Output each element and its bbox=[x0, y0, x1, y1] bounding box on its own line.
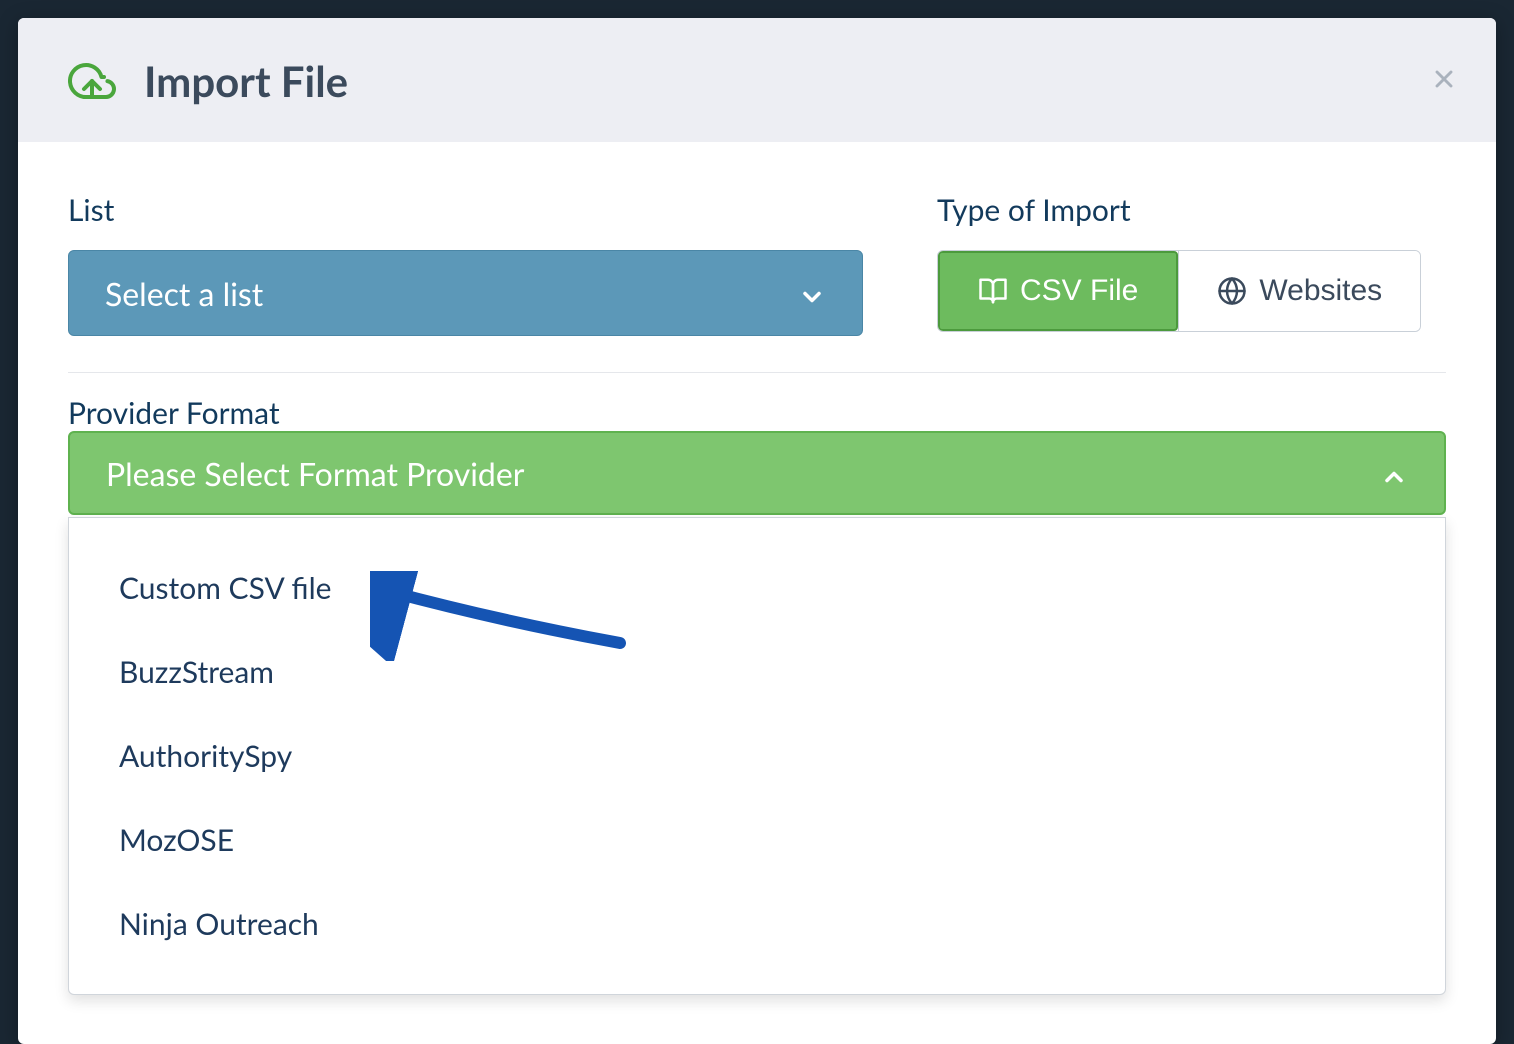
provider-option-custom-csv[interactable]: Custom CSV file bbox=[69, 546, 1445, 630]
provider-dropdown-menu: Custom CSV file BuzzStream AuthoritySpy … bbox=[68, 517, 1446, 995]
close-button[interactable] bbox=[1430, 60, 1458, 100]
type-of-import-label: Type of Import bbox=[937, 192, 1421, 228]
type-of-import-group: Type of Import CSV File bbox=[937, 192, 1421, 336]
provider-option-buzzstream[interactable]: BuzzStream bbox=[69, 630, 1445, 714]
provider-select-placeholder: Please Select Format Provider bbox=[106, 454, 524, 493]
provider-option-mozose[interactable]: MozOSE bbox=[69, 798, 1445, 882]
provider-format-select[interactable]: Please Select Format Provider bbox=[68, 431, 1446, 515]
book-icon bbox=[978, 276, 1008, 306]
import-file-modal: Import File List Select a list bbox=[18, 18, 1496, 1044]
csv-file-toggle[interactable]: CSV File bbox=[938, 251, 1178, 331]
chevron-down-icon bbox=[798, 279, 826, 307]
csv-file-label: CSV File bbox=[1020, 274, 1138, 308]
provider-option-ninja-outreach[interactable]: Ninja Outreach bbox=[69, 882, 1445, 966]
list-select[interactable]: Select a list bbox=[68, 250, 863, 336]
provider-format-section: Provider Format Please Select Format Pro… bbox=[68, 395, 1446, 995]
modal-title: Import File bbox=[144, 56, 348, 106]
list-label: List bbox=[68, 192, 863, 228]
form-row-top: List Select a list Type of Import bbox=[68, 192, 1446, 373]
list-field-group: List Select a list bbox=[68, 192, 863, 336]
globe-icon bbox=[1217, 276, 1247, 306]
websites-toggle[interactable]: Websites bbox=[1178, 251, 1420, 331]
provider-option-authorityspy[interactable]: AuthoritySpy bbox=[69, 714, 1445, 798]
list-select-placeholder: Select a list bbox=[105, 274, 263, 313]
import-type-toggle: CSV File Websites bbox=[937, 250, 1421, 332]
modal-header: Import File bbox=[18, 18, 1496, 142]
chevron-up-icon bbox=[1380, 459, 1408, 487]
websites-label: Websites bbox=[1259, 274, 1382, 308]
cloud-upload-icon bbox=[68, 57, 116, 105]
modal-body: List Select a list Type of Import bbox=[18, 142, 1496, 995]
provider-format-label: Provider Format bbox=[68, 395, 280, 431]
close-icon bbox=[1430, 58, 1458, 102]
